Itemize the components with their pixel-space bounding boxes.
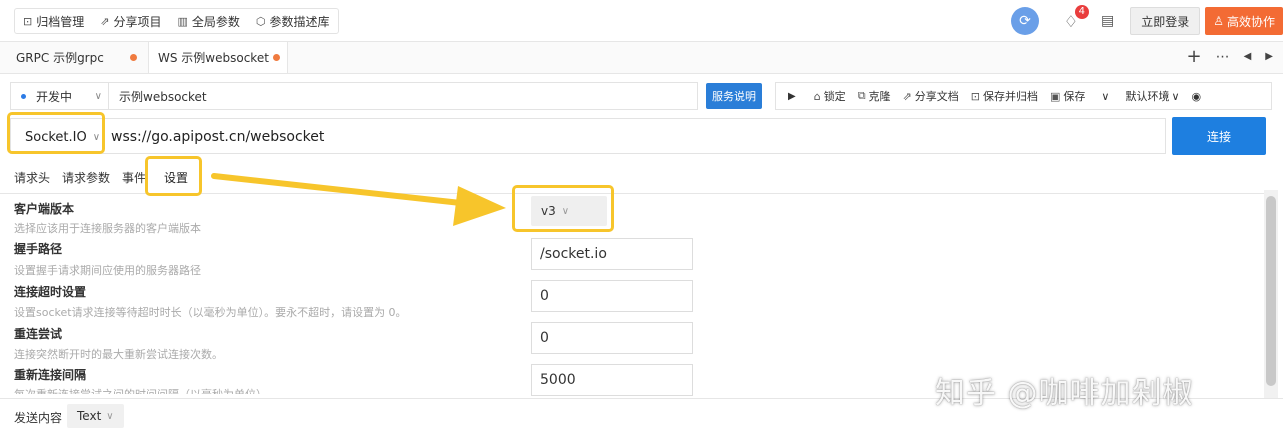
scrollbar[interactable] <box>1264 190 1278 400</box>
setting-desc: 设置socket请求连接等待超时时长（以毫秒为单位）。要永不超时，请设置为 0。 <box>14 306 407 319</box>
setting-title: 握手路径 <box>14 242 63 256</box>
setting-desc: 设置握手请求期间应使用的服务器路径 <box>14 264 201 277</box>
setting-desc: 每次重新连接尝试之间的时间间隔（以毫秒为单位） <box>14 386 267 394</box>
setting-title: 重连尝试 <box>14 327 63 341</box>
reconnect-interval-input[interactable]: 5000 <box>531 364 693 396</box>
highlight-box-version <box>512 185 614 232</box>
scrollbar-thumb[interactable] <box>1266 196 1276 386</box>
content-format-value: Text <box>77 409 102 423</box>
setting-title: 连接超时设置 <box>14 285 87 299</box>
handshake-path-input[interactable]: /socket.io <box>531 238 693 270</box>
setting-desc: 选择应该用于连接服务器的客户端版本 <box>14 222 201 235</box>
connect-timeout-input[interactable]: 0 <box>531 280 693 312</box>
reconnect-attempts-input[interactable]: 0 <box>531 322 693 354</box>
chevron-down-icon: ∨ <box>106 410 114 422</box>
content-format-select[interactable]: Text ∨ <box>67 404 124 428</box>
setting-desc: 连接突然断开时的最大重新尝试连接次数。 <box>14 348 223 361</box>
setting-title: 重新连接间隔 <box>14 368 87 382</box>
watermark: 知乎 @咖啡加剁椒 <box>935 376 1194 411</box>
setting-title: 客户端版本 <box>14 202 75 216</box>
send-content-label: 发送内容 <box>14 411 63 425</box>
